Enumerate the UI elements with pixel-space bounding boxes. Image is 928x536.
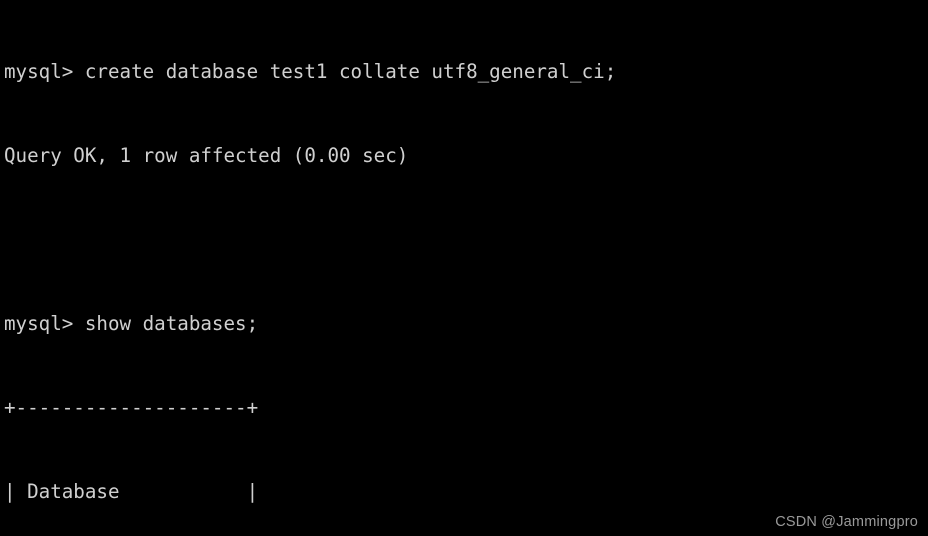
terminal-line-create-db-command: mysql> create database test1 collate utf… [4, 60, 617, 83]
table-top-border: +--------------------+ [4, 396, 259, 419]
terminal-line-spacer [4, 226, 616, 254]
terminal-output[interactable]: mysql> create database test1 collate utf… [4, 2, 616, 536]
terminal-screen: mysql> create database test1 collate utf… [0, 0, 928, 536]
terminal-line-create-db-result: Query OK, 1 row affected (0.00 sec) [4, 144, 409, 167]
csdn-watermark: CSDN @Jammingpro [775, 514, 918, 530]
table-header-row: | Database | [4, 480, 259, 503]
terminal-line-show-databases-command: mysql> show databases; [4, 312, 259, 335]
